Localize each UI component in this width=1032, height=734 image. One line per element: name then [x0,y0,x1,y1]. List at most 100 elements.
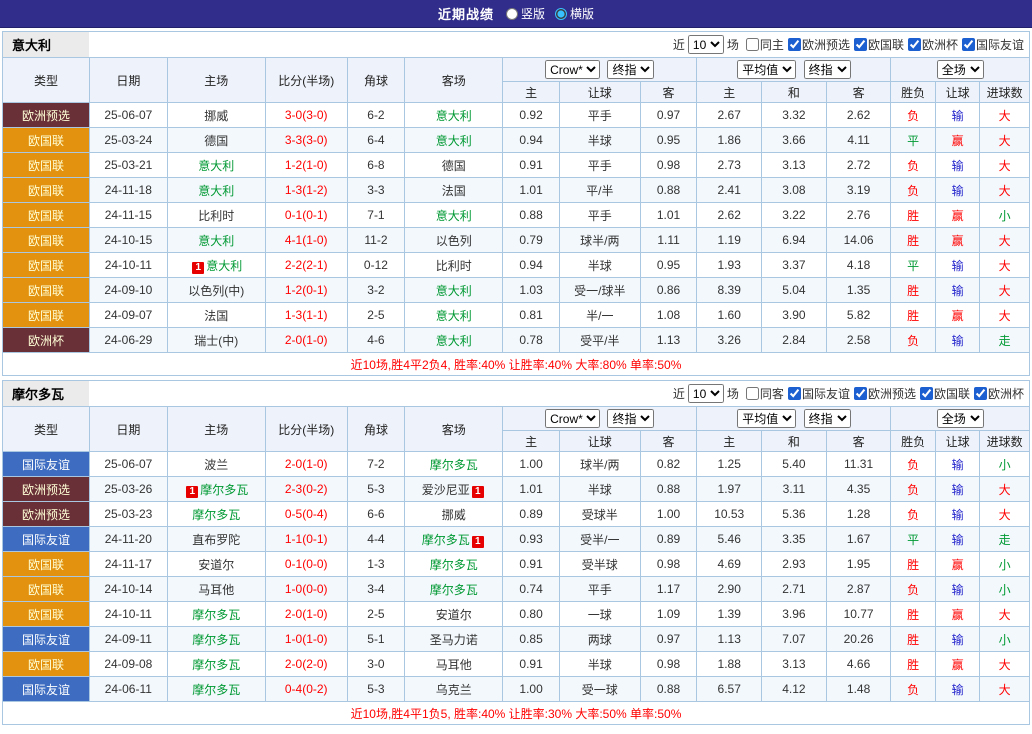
average-select[interactable]: 平均值 [737,409,796,428]
handicap-result-cell: 输 [935,477,979,502]
subcol-home-odds: 主 [503,82,560,103]
filter-league-checkbox[interactable] [920,387,933,400]
goals-result-cell: 小 [980,452,1030,477]
team-name[interactable]: 摩尔多瓦 [192,508,240,522]
team-name[interactable]: 摩尔多瓦 [430,458,478,472]
home-odds-cell: 0.92 [503,103,560,128]
goals-result-cell: 走 [980,527,1030,552]
odds-stage-select[interactable]: 终指 [607,409,654,428]
result-cell: 平 [891,128,935,153]
score-cell: 0-4(0-2) [265,677,347,702]
corner-cell: 6-2 [347,103,405,128]
view-option-horizontal[interactable]: 横版 [555,5,594,22]
corner-cell: 7-2 [347,452,405,477]
filter-same[interactable]: 同主 [746,36,784,53]
goals-result-cell: 小 [980,203,1030,228]
scope-select[interactable]: 全场 [937,409,984,428]
filter-same[interactable]: 同客 [746,385,784,402]
filter-league[interactable]: 国际友谊 [788,385,850,402]
filter-league[interactable]: 欧国联 [920,385,970,402]
team-name[interactable]: 意大利 [198,159,234,173]
view-option-label: 横版 [570,5,594,22]
subcol-away-odds: 客 [640,82,697,103]
result-cell: 胜 [891,203,935,228]
handicap-cell: 受半/一 [559,527,640,552]
filter-league-checkbox[interactable] [788,387,801,400]
average-stage-select[interactable]: 终指 [804,60,851,79]
away-odds-cell: 1.11 [640,228,697,253]
view-option-vertical[interactable]: 竖版 [506,5,545,22]
match-count-select[interactable]: 10 [688,35,724,54]
team-name[interactable]: 意大利 [436,284,472,298]
filter-league[interactable]: 欧洲杯 [974,385,1024,402]
team-name[interactable]: 意大利 [198,234,234,248]
subcol-result: 胜负 [891,431,935,452]
filter-league-label: 欧国联 [934,385,970,402]
view-radio[interactable] [506,8,518,20]
filter-league-checkbox[interactable] [962,38,975,51]
odds-stage-select[interactable]: 终指 [607,60,654,79]
filter-league-checkbox[interactable] [854,387,867,400]
filter-league[interactable]: 国际友谊 [962,36,1024,53]
team-name[interactable]: 摩尔多瓦 [430,583,478,597]
team-name[interactable]: 意大利 [206,259,242,273]
col-header-corner: 角球 [347,407,405,452]
corner-cell: 11-2 [347,228,405,253]
filter-league-checkbox[interactable] [908,38,921,51]
team-name[interactable]: 意大利 [198,184,234,198]
team-name[interactable]: 意大利 [436,134,472,148]
team-name[interactable]: 意大利 [436,334,472,348]
team-name[interactable]: 摩尔多瓦 [192,683,240,697]
filter-league[interactable]: 欧洲预选 [788,36,850,53]
handicap-cell: 球半/两 [559,452,640,477]
avg-home-cell: 1.25 [697,452,762,477]
team-name[interactable]: 意大利 [436,209,472,223]
avg-away-cell: 1.28 [826,502,891,527]
team-name[interactable]: 摩尔多瓦 [422,533,470,547]
handicap-cell: 平手 [559,103,640,128]
scope-select[interactable]: 全场 [937,60,984,79]
home-odds-cell: 1.03 [503,278,560,303]
team-name[interactable]: 意大利 [436,109,472,123]
team-name[interactable]: 意大利 [436,309,472,323]
view-radio[interactable] [555,8,567,20]
match-type-cell: 国际友谊 [3,527,90,552]
bookmaker-select[interactable]: Crow* [545,60,600,79]
match-row: 欧国联24-09-08摩尔多瓦2-0(2-0)3-0马耳他0.91半球0.981… [3,652,1030,677]
filter-league-checkbox[interactable] [788,38,801,51]
bookmaker-select[interactable]: Crow* [545,409,600,428]
team-name[interactable]: 摩尔多瓦 [200,483,248,497]
filter-league-label: 欧洲杯 [922,36,958,53]
away-team-cell: 安道尔 [405,602,503,627]
home-team-cell: 摩尔多瓦 [167,652,265,677]
match-row: 欧国联25-03-24德国3-3(3-0)6-4意大利0.94半球0.951.8… [3,128,1030,153]
handicap-result-cell: 输 [935,577,979,602]
match-row: 欧洲预选25-03-23摩尔多瓦0-5(0-4)6-6挪威0.89受球半1.00… [3,502,1030,527]
average-stage-select[interactable]: 终指 [804,409,851,428]
filter-league[interactable]: 欧洲预选 [854,385,916,402]
filter-league[interactable]: 欧洲杯 [908,36,958,53]
home-odds-cell: 1.01 [503,178,560,203]
match-date-cell: 24-06-29 [89,328,167,353]
team-name[interactable]: 摩尔多瓦 [192,633,240,647]
games-label: 场 [727,36,739,53]
filter-league[interactable]: 欧国联 [854,36,904,53]
match-date-cell: 24-11-15 [89,203,167,228]
team-name: 爱沙尼亚 [422,483,470,497]
handicap-result-cell: 输 [935,253,979,278]
home-team-cell: 直布罗陀 [167,527,265,552]
team-name[interactable]: 摩尔多瓦 [192,608,240,622]
avg-away-cell: 2.72 [826,153,891,178]
match-count-select[interactable]: 10 [688,384,724,403]
team-name: 挪威 [204,109,228,123]
filter-league-checkbox[interactable] [974,387,987,400]
average-select[interactable]: 平均值 [737,60,796,79]
team-name[interactable]: 摩尔多瓦 [192,658,240,672]
team-section: 摩尔多瓦 近 10 场 同客国际友谊欧洲预选欧国联欧洲杯 类型 日期 主场 比分… [2,380,1030,725]
filter-league-checkbox[interactable] [854,38,867,51]
match-type-cell: 欧国联 [3,602,90,627]
filter-same-checkbox[interactable] [746,387,759,400]
result-cell: 胜 [891,228,935,253]
team-name[interactable]: 摩尔多瓦 [430,558,478,572]
filter-same-checkbox[interactable] [746,38,759,51]
